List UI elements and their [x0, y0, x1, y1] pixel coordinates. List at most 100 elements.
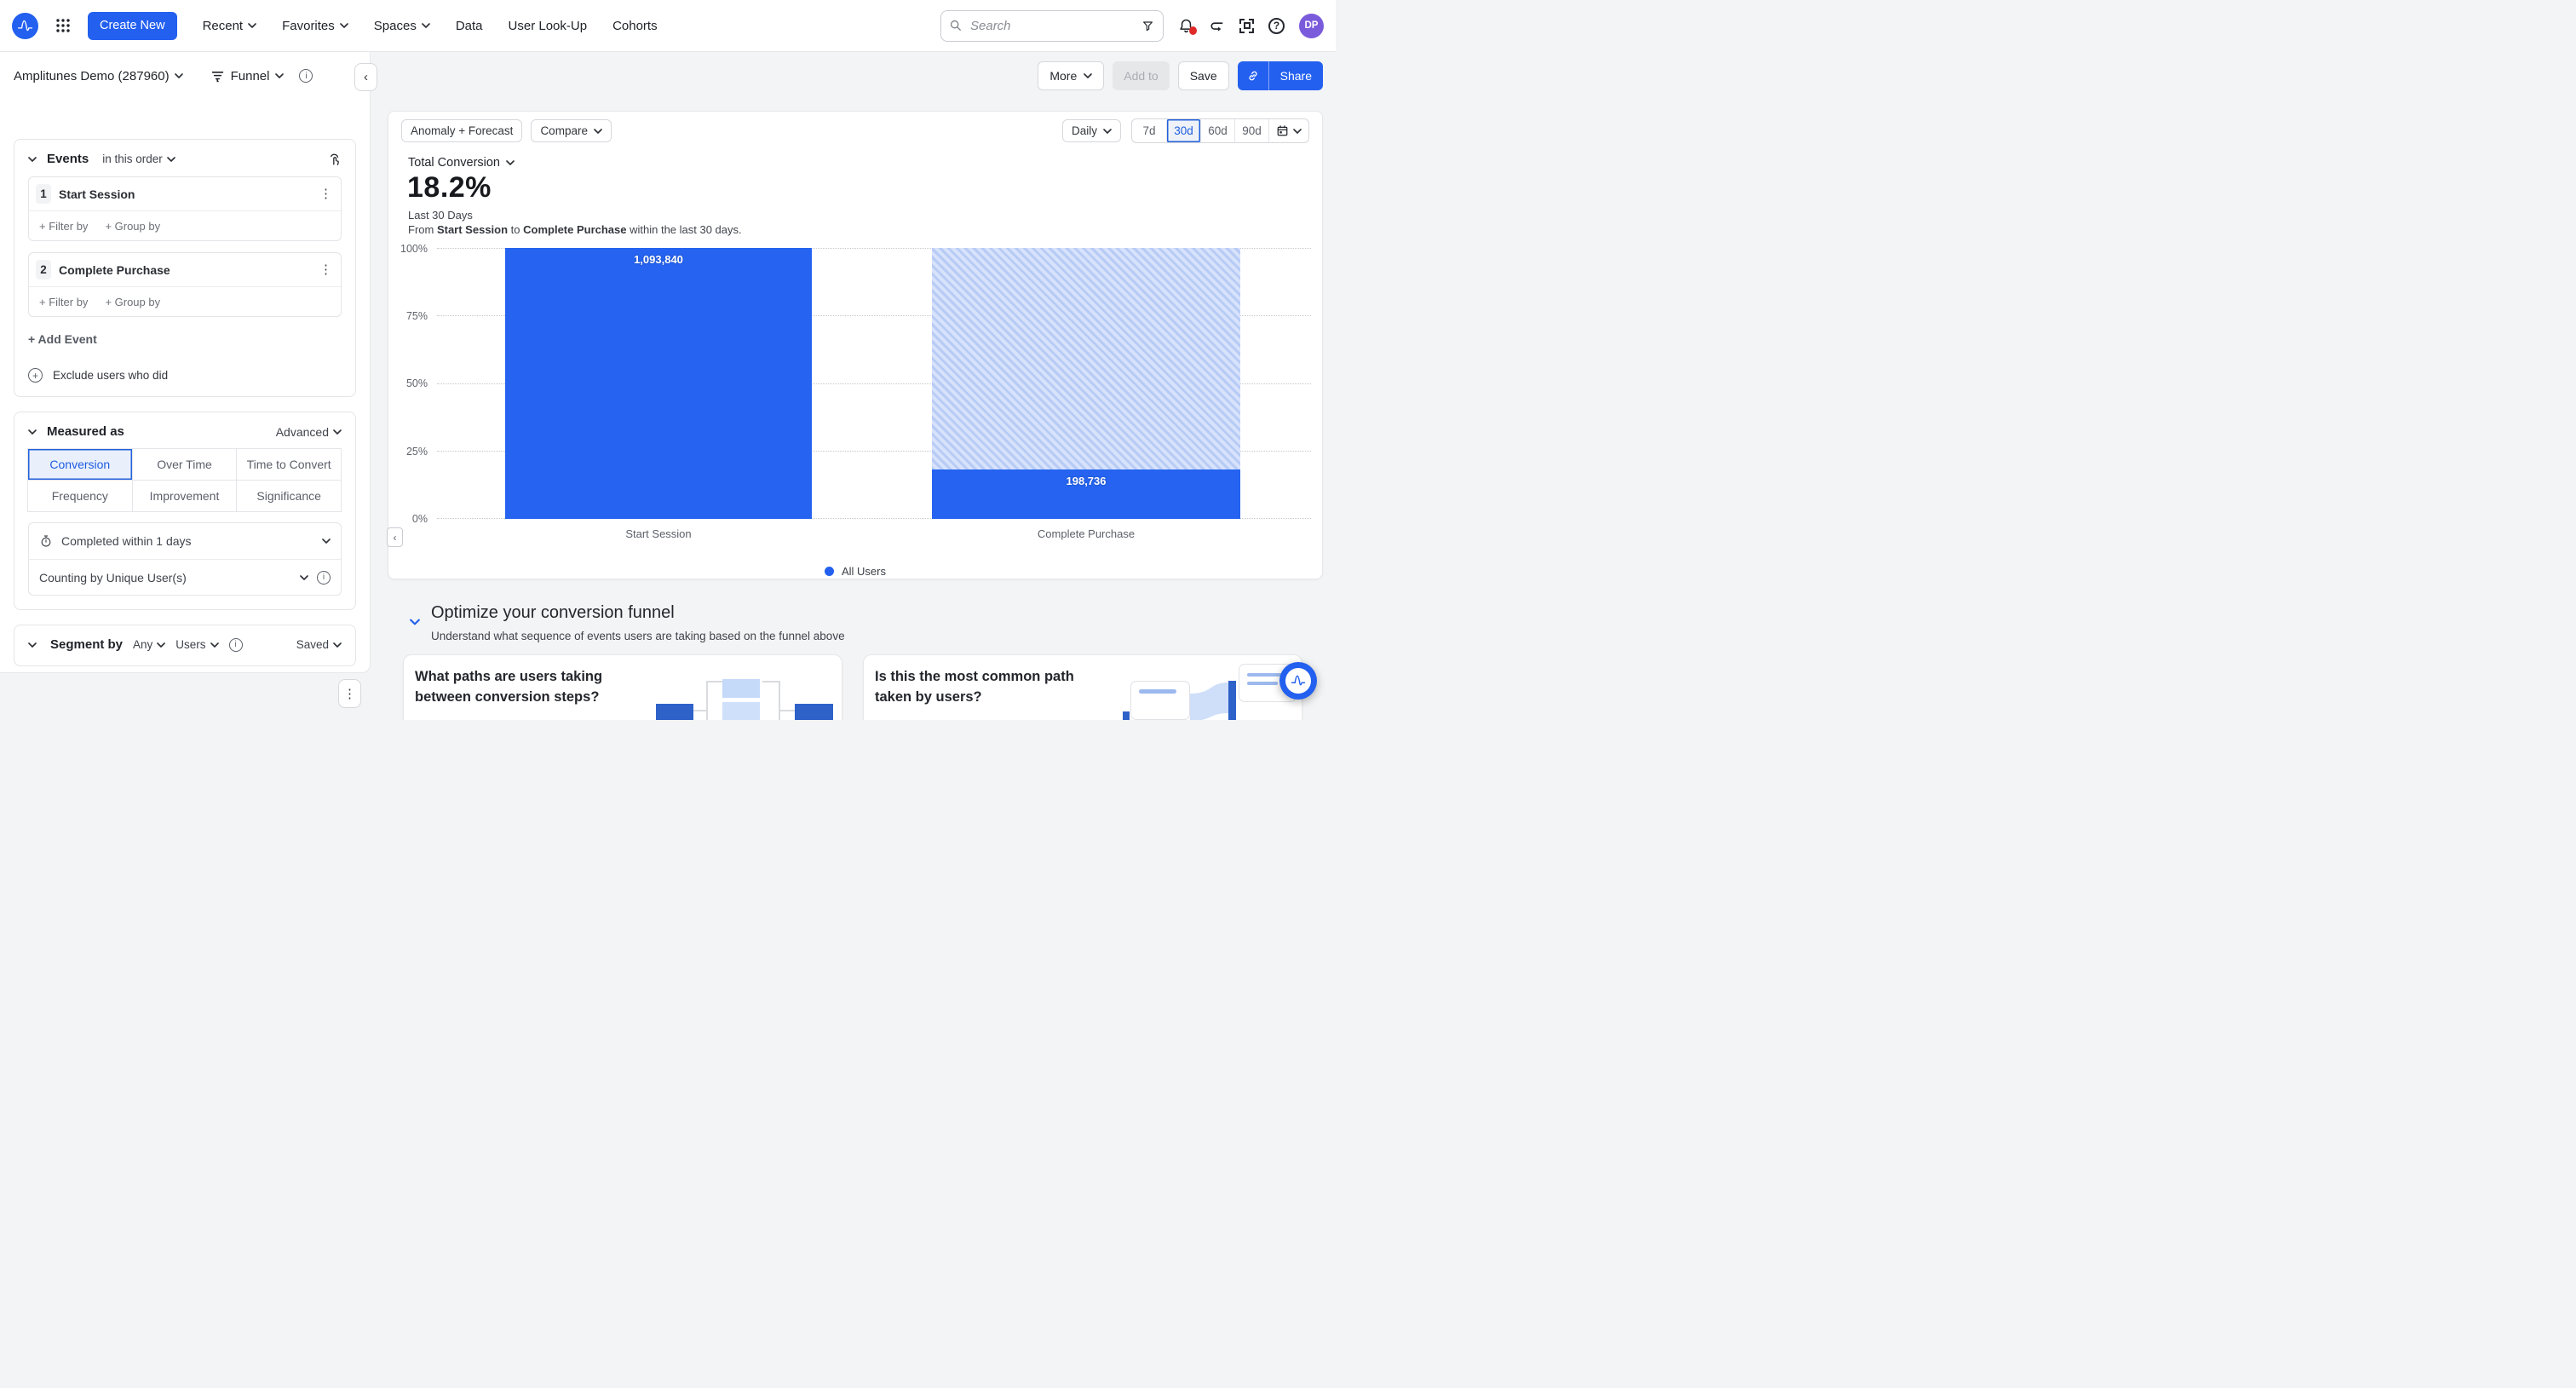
segment-any-selector[interactable]: Any — [133, 638, 165, 651]
desc-event2: Complete Purchase — [523, 223, 626, 236]
any-label: Any — [133, 638, 152, 651]
chart-type-info-icon[interactable]: i — [299, 69, 313, 83]
custom-date-picker[interactable] — [1268, 119, 1308, 142]
exclude-users-button[interactable]: + Exclude users who did — [28, 368, 342, 383]
search-box[interactable] — [940, 10, 1164, 42]
nav-item-label: User Look-Up — [509, 19, 588, 33]
x-axis-label-complete-purchase: Complete Purchase — [932, 527, 1240, 540]
event-name: Start Session — [59, 187, 135, 201]
amplitude-logo[interactable] — [12, 13, 38, 39]
filter-by-link[interactable]: + Filter by — [39, 220, 88, 233]
counting-by-row[interactable]: Counting by Unique User(s) i — [29, 559, 341, 595]
mode-tab-over-time[interactable]: Over Time — [132, 448, 238, 481]
event-card-1[interactable]: 1 Start Session ⋮ + Filter by + Group by — [28, 176, 342, 241]
legend-label: All Users — [842, 565, 886, 578]
link-icon — [1246, 69, 1260, 83]
mode-tab-frequency[interactable]: Frequency — [27, 480, 133, 512]
chevron-down-icon — [275, 73, 284, 78]
chevron-down-icon — [167, 157, 175, 162]
mode-tab-time-to-convert[interactable]: Time to Convert — [236, 448, 342, 481]
funnel-bar-start-session[interactable]: 1,093,840 — [505, 248, 812, 519]
advanced-selector[interactable]: Advanced — [276, 425, 342, 439]
chevron-down-icon — [322, 538, 331, 544]
segment-info-icon[interactable]: i — [229, 638, 243, 652]
nav-item-label: Spaces — [374, 19, 417, 33]
event-menu-kebab-icon[interactable]: ⋮ — [319, 187, 332, 200]
search-input[interactable] — [969, 18, 1135, 34]
nav-item-data[interactable]: Data — [456, 19, 483, 33]
search-filter-icon[interactable] — [1141, 20, 1154, 32]
range-60d[interactable]: 60d — [1200, 119, 1234, 142]
metric-label: Total Conversion — [408, 156, 500, 170]
notifications-bell-icon[interactable] — [1178, 18, 1194, 34]
insight-card-paths[interactable]: What paths are users taking between conv… — [403, 654, 842, 720]
amplitude-assistant-fab[interactable] — [1279, 662, 1317, 700]
range-90d[interactable]: 90d — [1234, 119, 1268, 142]
anomaly-forecast-button[interactable]: Anomaly + Forecast — [401, 119, 522, 142]
counting-by-label: Counting by Unique User(s) — [39, 571, 187, 585]
interactive-demo-pointer-icon[interactable] — [327, 152, 342, 166]
compare-label: Compare — [540, 124, 588, 137]
collapse-sidebar-button[interactable]: ‹ — [354, 63, 377, 91]
save-button[interactable]: Save — [1178, 61, 1229, 90]
insight-card-common-path[interactable]: Is this the most common path taken by us… — [863, 654, 1302, 720]
more-button[interactable]: More — [1038, 61, 1104, 90]
dashboard-frame-icon[interactable] — [1239, 19, 1254, 33]
sidebar-more-kebab-button[interactable]: ⋮ — [338, 679, 361, 708]
conversion-window-row[interactable]: Completed within 1 days — [29, 523, 341, 559]
range-7d[interactable]: 7d — [1132, 119, 1166, 142]
chart-legend[interactable]: All Users — [388, 565, 1322, 578]
mode-tab-significance[interactable]: Significance — [236, 480, 342, 512]
compare-button[interactable]: Compare — [531, 119, 612, 142]
mode-tab-improvement[interactable]: Improvement — [132, 480, 238, 512]
event-card-2[interactable]: 2 Complete Purchase ⋮ + Filter by + Grou… — [28, 252, 342, 317]
granularity-selector[interactable]: Daily — [1062, 119, 1121, 142]
help-icon[interactable]: ? — [1268, 18, 1285, 34]
apps-grid-icon[interactable] — [55, 18, 71, 33]
event-modifiers: + Filter by + Group by — [29, 210, 341, 240]
x-axis-label-start-session: Start Session — [505, 527, 812, 540]
counting-info-icon[interactable]: i — [317, 571, 331, 585]
bar-ghost-area — [932, 248, 1240, 469]
nav-item-spaces[interactable]: Spaces — [374, 19, 430, 33]
events-panel: Events in this order 1 Start Session ⋮ — [14, 139, 356, 397]
funnel-bar-complete-purchase[interactable]: 198,736 — [932, 248, 1240, 519]
chart-scroll-left-button[interactable]: ‹ — [387, 527, 403, 547]
collapse-chevron-icon[interactable] — [28, 642, 37, 648]
collapse-chevron-icon[interactable] — [28, 157, 37, 162]
nav-item-favorites[interactable]: Favorites — [282, 19, 348, 33]
chart-type-selector[interactable]: Funnel — [210, 69, 285, 84]
event-order-selector[interactable]: in this order — [102, 153, 175, 165]
event-row: 2 Complete Purchase ⋮ — [29, 253, 341, 286]
segment-users-selector[interactable]: Users — [175, 638, 218, 651]
copy-link-button[interactable] — [1238, 61, 1269, 90]
filter-by-link[interactable]: + Filter by — [39, 296, 88, 308]
journeys-flow-icon[interactable] — [1209, 18, 1225, 34]
user-avatar[interactable]: DP — [1299, 14, 1324, 38]
section-collapse-chevron-icon[interactable] — [410, 619, 420, 625]
add-event-button[interactable]: + Add Event — [28, 332, 342, 346]
y-tick: 50% — [388, 377, 428, 389]
chevron-down-icon — [300, 575, 308, 580]
search-icon — [950, 20, 962, 32]
chart-toolbar: Anomaly + Forecast Compare Daily 7d 30d … — [401, 118, 1309, 143]
group-by-link[interactable]: + Group by — [105, 296, 160, 308]
mode-tab-conversion[interactable]: Conversion — [27, 448, 133, 481]
insights-title: Optimize your conversion funnel — [431, 603, 675, 623]
desc-event1: Start Session — [437, 223, 508, 236]
share-button[interactable]: Share — [1269, 61, 1323, 90]
range-30d[interactable]: 30d — [1166, 119, 1200, 142]
add-to-button[interactable]: Add to — [1113, 61, 1169, 90]
nav-item-recent[interactable]: Recent — [203, 19, 257, 33]
project-selector[interactable]: Amplitunes Demo (287960) — [14, 69, 170, 84]
calendar-icon — [1276, 124, 1289, 137]
group-by-link[interactable]: + Group by — [105, 220, 160, 233]
y-tick: 0% — [388, 513, 428, 525]
metric-selector[interactable]: Total Conversion — [408, 156, 515, 170]
create-new-button[interactable]: Create New — [88, 12, 177, 40]
nav-item-user-look-up[interactable]: User Look-Up — [509, 19, 588, 33]
nav-item-cohorts[interactable]: Cohorts — [612, 19, 658, 33]
saved-segments-selector[interactable]: Saved — [296, 638, 342, 651]
collapse-chevron-icon[interactable] — [28, 429, 37, 435]
event-menu-kebab-icon[interactable]: ⋮ — [319, 263, 332, 276]
